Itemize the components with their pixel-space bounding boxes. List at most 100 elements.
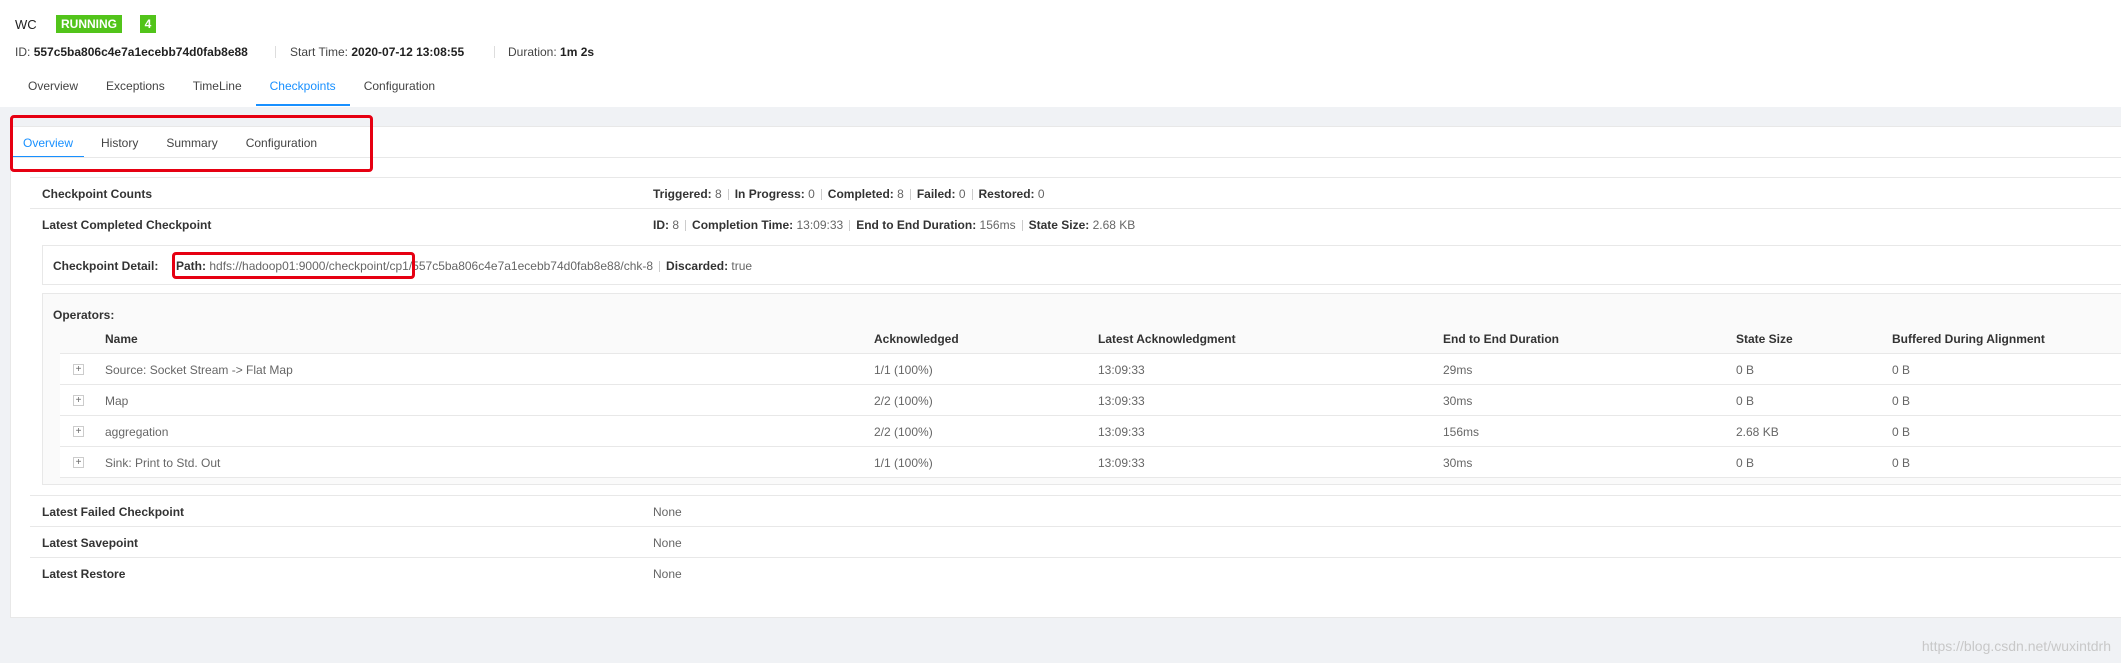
divider xyxy=(275,46,276,58)
watermark: https://blog.csdn.net/wuxintdrh xyxy=(1921,638,2111,654)
completed-label: Completed: xyxy=(827,187,894,201)
tab-checkpoints[interactable]: Checkpoints xyxy=(255,78,350,106)
checkpoint-detail-label: Checkpoint Detail: xyxy=(53,259,159,273)
tab-overview[interactable]: Overview xyxy=(14,78,92,106)
operators-table: Name Acknowledged Latest Acknowledgment … xyxy=(60,323,2121,478)
start-time-label: Start Time: xyxy=(290,45,349,59)
expand-icon[interactable]: + xyxy=(73,457,84,468)
table-row: + Sink: Print to Std. Out 1/1 (100%) 13:… xyxy=(60,447,2121,478)
checkpoint-id-value: 8 xyxy=(672,218,680,232)
operator-buffered: 0 B xyxy=(1892,394,1911,408)
triggered-label: Triggered: xyxy=(653,187,712,201)
operator-e2e: 29ms xyxy=(1443,363,1473,377)
latest-failed-value: None xyxy=(653,505,682,519)
start-time-value: 2020-07-12 13:08:55 xyxy=(351,45,465,59)
e2e-duration-label: End to End Duration: xyxy=(856,218,977,232)
status-badge: RUNNING xyxy=(56,15,122,33)
operators-label: Operators: xyxy=(53,308,115,322)
job-start-time: Start Time: 2020-07-12 13:08:55 xyxy=(290,45,464,59)
checkpoint-counts-value: Triggered: 8 In Progress: 0 Completed: 8 Fa… xyxy=(653,187,1045,201)
latest-completed-value: ID: 8 Completion Time: 13:09:33 End to End… xyxy=(653,218,1135,232)
state-size-value: 2.68 KB xyxy=(1092,218,1136,232)
operator-state-size: 0 B xyxy=(1736,456,1755,470)
state-size-label: State Size: xyxy=(1028,218,1090,232)
job-tabs: Overview Exceptions TimeLine Checkpoints… xyxy=(14,78,449,106)
operator-ack: 2/2 (100%) xyxy=(874,394,933,408)
operator-e2e: 156ms xyxy=(1443,425,1480,439)
operator-latest-ack: 13:09:33 xyxy=(1098,394,1145,408)
operator-latest-ack: 13:09:33 xyxy=(1098,456,1145,470)
table-row: + Map 2/2 (100%) 13:09:33 30ms 0 B 0 B xyxy=(60,385,2121,416)
operator-name: Map xyxy=(105,394,129,408)
latest-completed-label: Latest Completed Checkpoint xyxy=(42,218,212,232)
job-id-label: ID: xyxy=(15,45,31,59)
e2e-duration-value: 156ms xyxy=(979,218,1016,232)
in-progress-label: In Progress: xyxy=(734,187,805,201)
divider xyxy=(494,46,495,58)
completion-time-value: 13:09:33 xyxy=(796,218,844,232)
latest-savepoint-value: None xyxy=(653,536,682,550)
latest-failed-row: Latest Failed Checkpoint None xyxy=(30,495,2121,526)
operator-name: aggregation xyxy=(105,425,169,439)
table-row: + aggregation 2/2 (100%) 13:09:33 156ms … xyxy=(60,416,2121,447)
completed-value: 8 xyxy=(897,187,904,201)
job-id-value: 557c5ba806c4e7a1ecebb74d0fab8e88 xyxy=(33,45,248,59)
operator-state-size: 0 B xyxy=(1736,394,1755,408)
checkpoint-counts-row: Checkpoint Counts Triggered: 8 In Progres… xyxy=(30,177,2121,208)
latest-restore-label: Latest Restore xyxy=(42,567,126,581)
column-state-size: State Size xyxy=(1736,332,1793,346)
operator-e2e: 30ms xyxy=(1443,394,1473,408)
expand-icon[interactable]: + xyxy=(73,364,84,375)
duration-label: Duration: xyxy=(508,45,557,59)
tab-timeline[interactable]: TimeLine xyxy=(179,78,256,106)
failed-label: Failed: xyxy=(916,187,956,201)
column-name: Name xyxy=(105,332,138,346)
expand-icon[interactable]: + xyxy=(73,395,84,406)
column-acknowledged: Acknowledged xyxy=(874,332,959,346)
column-e2e-duration: End to End Duration xyxy=(1443,332,1559,346)
operator-buffered: 0 B xyxy=(1892,425,1911,439)
operator-latest-ack: 13:09:33 xyxy=(1098,363,1145,377)
checkpoint-counts-label: Checkpoint Counts xyxy=(42,187,152,201)
latest-savepoint-label: Latest Savepoint xyxy=(42,536,139,550)
latest-savepoint-row: Latest Savepoint None xyxy=(30,526,2121,557)
restored-value: 0 xyxy=(1037,187,1045,201)
tab-configuration[interactable]: Configuration xyxy=(350,78,449,106)
job-id: ID: 557c5ba806c4e7a1ecebb74d0fab8e88 xyxy=(15,45,248,59)
operators-table-header: Name Acknowledged Latest Acknowledgment … xyxy=(60,323,2121,354)
job-duration: Duration: 1m 2s xyxy=(508,45,594,59)
operator-state-size: 2.68 KB xyxy=(1736,425,1779,439)
operator-ack: 2/2 (100%) xyxy=(874,425,933,439)
operator-state-size: 0 B xyxy=(1736,363,1755,377)
duration-value: 1m 2s xyxy=(560,45,595,59)
column-latest-ack: Latest Acknowledgment xyxy=(1098,332,1236,346)
failed-value: 0 xyxy=(958,187,966,201)
discarded-label: Discarded: xyxy=(666,259,729,273)
latest-failed-label: Latest Failed Checkpoint xyxy=(42,505,185,519)
latest-restore-value: None xyxy=(653,567,682,581)
latest-restore-row: Latest Restore None xyxy=(30,557,2121,588)
triggered-value: 8 xyxy=(715,187,722,201)
operator-buffered: 0 B xyxy=(1892,363,1911,377)
in-progress-value: 0 xyxy=(808,187,815,201)
highlight-box-path xyxy=(172,252,415,279)
checkpoint-id-label: ID: xyxy=(653,218,669,232)
column-buffered: Buffered During Alignment xyxy=(1892,332,2045,346)
tab-exceptions[interactable]: Exceptions xyxy=(92,78,179,106)
highlight-box-subtabs xyxy=(10,115,373,172)
expand-icon[interactable]: + xyxy=(73,426,84,437)
operator-ack: 1/1 (100%) xyxy=(874,456,933,470)
latest-completed-row: Latest Completed Checkpoint ID: 8 Complet… xyxy=(30,208,2121,239)
table-row: + Source: Socket Stream -> Flat Map 1/1 … xyxy=(60,354,2121,385)
completion-time-label: Completion Time: xyxy=(692,218,794,232)
operator-latest-ack: 13:09:33 xyxy=(1098,425,1145,439)
operator-name: Source: Socket Stream -> Flat Map xyxy=(105,363,293,377)
operator-buffered: 0 B xyxy=(1892,456,1911,470)
operator-ack: 1/1 (100%) xyxy=(874,363,933,377)
restored-label: Restored: xyxy=(978,187,1035,201)
operator-name: Sink: Print to Std. Out xyxy=(105,456,221,470)
discarded-value: true xyxy=(731,259,753,273)
task-count-badge: 4 xyxy=(140,15,156,33)
operator-e2e: 30ms xyxy=(1443,456,1473,470)
job-name: WC xyxy=(15,17,37,32)
